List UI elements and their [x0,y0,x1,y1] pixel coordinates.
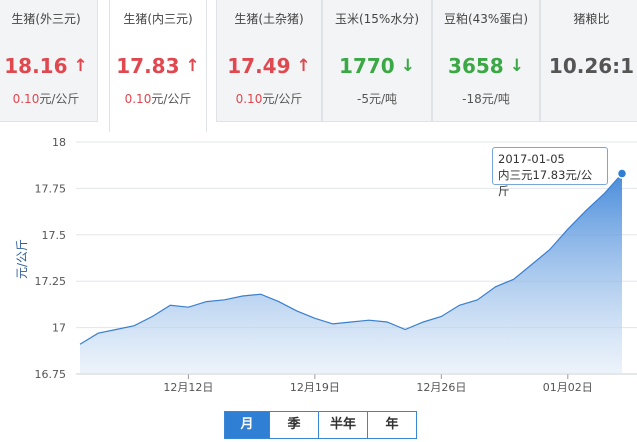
range-selector: 月季半年年 [224,411,417,439]
tab-price: 10.26:1 [541,54,637,78]
tooltip-date: 2017-01-05 [498,152,565,166]
tab-price: 1770 ↓ [323,54,431,78]
change-value: -18 [462,92,482,106]
area-fill [80,173,622,374]
tooltip-value: 内三元17.83元/公斤 [498,168,593,198]
tab-price: 17.49 ↑ [217,54,321,78]
tab-price: 17.83 ↑ [110,54,206,78]
change-unit: 元/公斤 [151,92,192,106]
x-tick-label: 01月02日 [543,381,593,392]
price-value: 3658 [448,54,504,78]
tab-2[interactable]: 生猪(土杂猪) 17.49 ↑ 0.10元/公斤 [216,0,322,122]
change-unit: 元/公斤 [39,92,80,106]
x-tick-label: 12月19日 [290,381,340,392]
y-tick-label: 16.75 [35,368,67,381]
arrow-down-icon: ↓ [400,56,415,76]
price-value: 17.83 [116,54,180,78]
price-value: 18.16 [4,54,68,78]
x-tick-label: 12月12日 [163,381,213,392]
range-button-1[interactable]: 季 [269,412,318,438]
tab-change: 0.10元/公斤 [217,90,321,107]
arrow-down-icon: ↓ [509,56,524,76]
change-unit: 元/吨 [368,92,397,106]
y-axis: 18 17.75 17.5 17.25 17 16.75 [35,136,67,381]
change-unit: 元/吨 [481,92,510,106]
x-tick-label: 12月26日 [416,381,466,392]
tab-4[interactable]: 豆粕(43%蛋白) 3658 ↓ -18元/吨 [432,0,540,122]
tab-5[interactable]: 猪粮比 10.26:1 [540,0,637,122]
tab-change: -5元/吨 [323,90,431,107]
y-tick-label: 17.25 [35,275,67,288]
tab-name: 生猪(内三元) [123,12,193,26]
tab-name: 猪粮比 [573,12,610,26]
price-tabs: 生猪(外三元) 18.16 ↑ 0.10元/公斤 生猪(内三元) 17.83 ↑ 0.10元/… [0,0,637,132]
y-tick-label: 18 [52,136,66,149]
price-value: 1770 [339,54,395,78]
x-axis: 12月12日 12月19日 12月26日 01月02日 [76,373,637,392]
tab-1[interactable]: 生猪(内三元) 17.83 ↑ 0.10元/公斤 [109,0,207,132]
arrow-up-icon: ↑ [296,56,311,76]
y-axis-label: 元/公斤 [15,239,29,279]
change-value: 0.10 [12,92,40,106]
range-button-2[interactable]: 半年 [318,412,367,438]
price-value: 10.26:1 [548,54,635,78]
tab-change: 0.10元/公斤 [0,90,97,107]
range-button-0[interactable]: 月 [225,412,269,438]
tab-0[interactable]: 生猪(外三元) 18.16 ↑ 0.10元/公斤 [0,0,98,122]
arrow-up-icon: ↑ [185,56,200,76]
tab-price: 3658 ↓ [433,54,539,78]
data-point[interactable] [616,168,628,179]
price-value: 17.49 [227,54,291,78]
y-tick-label: 17.75 [35,182,67,195]
change-value: 0.10 [124,92,152,106]
tab-change: 0.10元/公斤 [110,90,206,107]
data-points [616,168,628,179]
tab-name: 玉米(15%水分) [334,12,420,26]
tab-change: -18元/吨 [433,90,539,107]
change-value: -5 [356,92,369,106]
tab-name: 生猪(土杂猪) [234,12,304,26]
range-button-3[interactable]: 年 [367,412,416,438]
y-tick-label: 17 [52,322,66,335]
change-value: 0.10 [235,92,263,106]
tab-price: 18.16 ↑ [0,54,97,78]
tab-name: 生猪(外三元) [11,12,81,26]
y-tick-label: 17.5 [42,229,67,242]
tab-3[interactable]: 玉米(15%水分) 1770 ↓ -5元/吨 [322,0,432,122]
arrow-up-icon: ↑ [73,56,88,76]
change-unit: 元/公斤 [262,92,303,106]
tab-name: 豆粕(43%蛋白) [443,12,529,26]
chart-tooltip: 2017-01-05 内三元17.83元/公斤 [492,147,608,198]
